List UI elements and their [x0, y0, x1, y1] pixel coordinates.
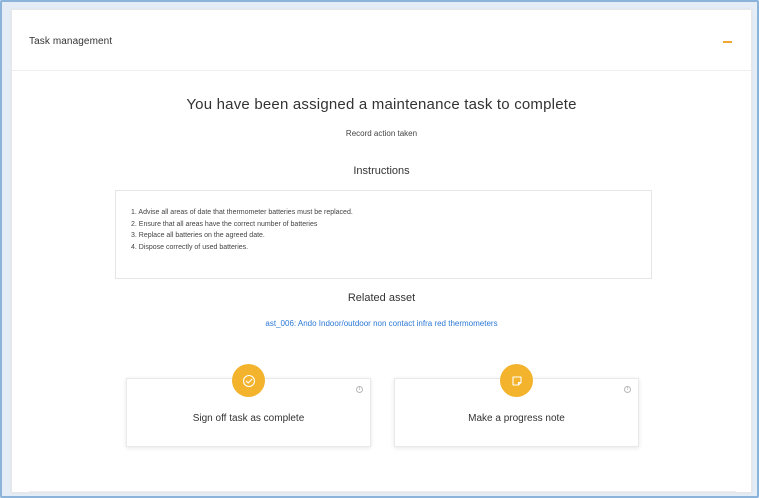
sign-off-label: Sign off task as complete — [192, 413, 305, 424]
info-icon[interactable]: i — [356, 386, 363, 393]
panel-title: Task management — [29, 36, 113, 47]
instruction-item: 1. Advise all areas of date that thermom… — [131, 209, 353, 216]
sign-off-task-card[interactable]: i Sign off task as complete — [126, 364, 371, 447]
instruction-item: 3. Replace all batteries on the agreed d… — [131, 232, 265, 239]
related-asset-link[interactable]: ast_006: Ando Indoor/outdoor non contact… — [12, 319, 751, 328]
progress-note-label: Make a progress note — [468, 413, 565, 424]
collapse-minus-icon[interactable] — [723, 41, 732, 43]
instruction-item: 4. Dispose correctly of used batteries. — [131, 243, 249, 251]
info-icon[interactable]: i — [624, 386, 631, 393]
instructions-box: 1. Advise all areas of date that thermom… — [115, 190, 652, 279]
instruction-item: 2. Ensure that all areas have the correc… — [131, 220, 318, 228]
instructions-heading: Instructions — [353, 165, 410, 177]
task-headline: You have been assigned a maintenance tas… — [186, 96, 577, 113]
window-frame: Task management You have been assigned a… — [0, 0, 759, 498]
progress-note-card[interactable]: i Make a progress note — [394, 364, 639, 447]
sticky-note-icon — [500, 364, 533, 397]
panel-header: Task management — [12, 10, 751, 71]
check-circle-icon — [232, 364, 265, 397]
related-asset-heading: Related asset — [347, 292, 416, 304]
record-action-subtitle: Record action taken — [345, 129, 418, 138]
instructions-list: 1. Advise all areas of date that thermom… — [131, 207, 636, 253]
task-management-panel: Task management You have been assigned a… — [11, 9, 752, 493]
footer-divider — [29, 491, 736, 492]
